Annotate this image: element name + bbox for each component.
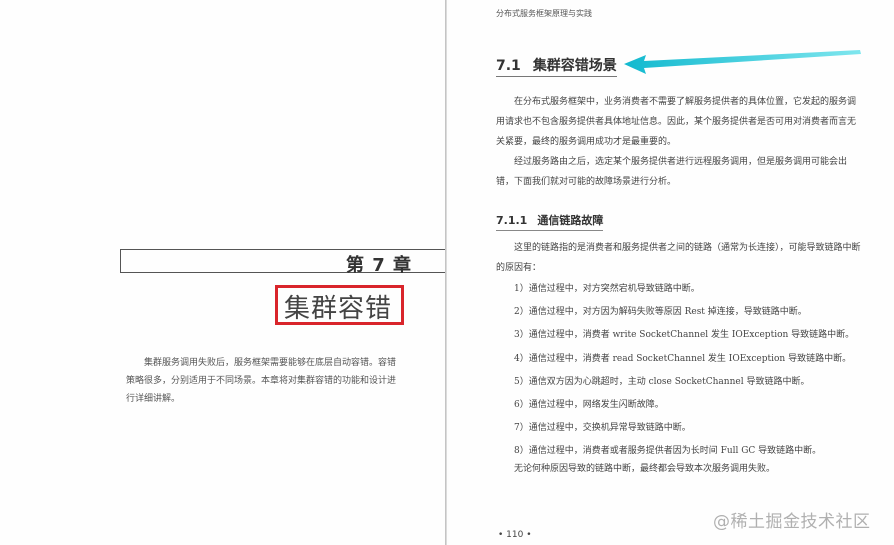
list-item: 6）通信过程中，网络发生闪断故障。 [514,399,664,410]
failure-reason-list: 1）通信过程中，对方突然宕机导致链路中断。 2）通信过程中，对方因为解码失败等原… [514,278,864,464]
list-item: 4）通信过程中，消费者 read SocketChannel 发生 IOExce… [514,353,852,364]
book-spread: 第 7 章 集群容错 集群服务调用失败后，服务框架需要能够在底层自动容错。容错策… [0,0,894,545]
chapter-number: 第 7 章 [346,255,413,276]
section-number: 7.1 [496,58,521,74]
left-page: 第 7 章 集群容错 集群服务调用失败后，服务框架需要能够在底层自动容错。容错策… [0,0,445,545]
subsection-intro: 这里的链路指的是消费者和服务提供者之间的链路（通常为长连接），可能导致链路中断的… [496,243,861,273]
list-item: 7）通信过程中，交换机异常导致链路中断。 [514,423,691,434]
subsection-heading: 7.1.1 通信链路故障 [496,212,604,231]
chapter-intro: 集群服务调用失败后，服务框架需要能够在底层自动容错。容错策略很多，分别适用于不同… [126,358,397,404]
section-heading: 7.1 集群容错场景 [496,55,617,77]
section-title: 集群容错场景 [532,58,617,74]
pointer-arrow-icon [624,50,861,74]
conclusion-paragraph: 无论何种原因导致的链路中断，最终都会导致本次服务调用失败。 [514,464,776,474]
body-paragraph-2: 经过服务路由之后，选定某个服务提供者进行远程服务调用，但是服务调用可能会出错，下… [496,157,848,187]
body-paragraph-1: 在分布式服务框架中，业务消费者不需要了解服务提供者的具体位置，它发起的服务调用请… [496,97,857,147]
chapter-title: 集群容错 [284,294,393,324]
list-item: 1）通信过程中，对方突然宕机导致链路中断。 [514,284,700,294]
list-item: 2）通信过程中，对方因为解码失败等原因 Rest 掉连接，导致链路中断。 [514,307,807,318]
subsection-number: 7.1.1 [496,214,528,227]
watermark: @稀土掘金技术社区 [713,512,871,532]
page-gutter [445,0,447,545]
list-item: 3）通信过程中，消费者 write SocketChannel 发生 IOExc… [514,330,855,341]
list-item: 5）通信双方因为心跳超时，主动 close SocketChannel 导致链路… [514,376,810,387]
running-head: 分布式服务框架原理与实践 [496,9,592,18]
subsection-title: 通信链路故障 [537,214,604,227]
page-number: • 110 • [498,530,532,540]
